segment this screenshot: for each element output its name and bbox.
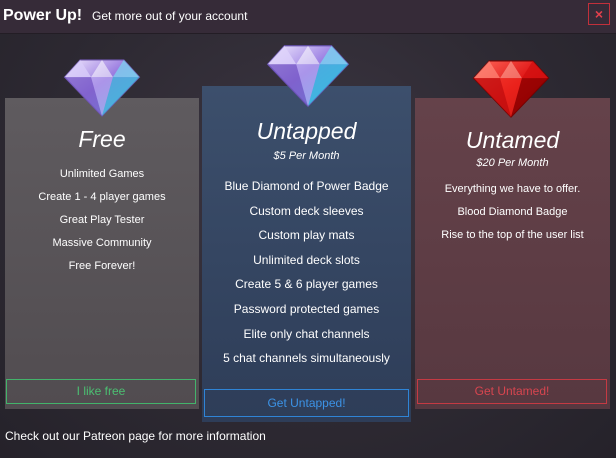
feature-item: Unlimited Games bbox=[59, 168, 145, 180]
feature-list: Unlimited Games Create 1 - 4 player game… bbox=[5, 166, 199, 281]
tier-card-free: Free Unlimited Games Create 1 - 4 player… bbox=[5, 98, 199, 409]
dialog-title: Power Up! bbox=[3, 7, 83, 24]
tier-name: Untapped bbox=[256, 118, 357, 144]
feature-list: Blue Diamond of Power Badge Custom deck … bbox=[202, 178, 411, 375]
purple-diamond-icon bbox=[63, 59, 141, 117]
red-diamond-icon bbox=[472, 60, 550, 118]
close-icon: × bbox=[594, 6, 604, 22]
feature-item: 5 chat channels simultaneously bbox=[223, 351, 390, 366]
feature-item: Blue Diamond of Power Badge bbox=[224, 179, 389, 193]
feature-item: Unlimited deck slots bbox=[253, 252, 360, 267]
tier-name: Free bbox=[78, 126, 126, 152]
tier-price: $20 Per Month bbox=[476, 157, 549, 169]
tier-card-untamed: Untamed $20 Per Month Everything we have… bbox=[415, 98, 610, 409]
get-untapped-button[interactable]: Get Untapped! bbox=[204, 389, 409, 417]
feature-item: Rise to the top of the user list bbox=[441, 229, 584, 241]
patreon-link[interactable]: Check out our Patreon page for more info… bbox=[5, 429, 266, 444]
feature-item: Custom deck sleeves bbox=[249, 203, 364, 218]
feature-item: Elite only chat channels bbox=[243, 326, 370, 341]
blue-diamond-icon bbox=[266, 45, 350, 108]
feature-list: Everything we have to offer. Blood Diamo… bbox=[415, 181, 610, 250]
i-like-free-button[interactable]: I like free bbox=[6, 379, 196, 404]
dialog-subtitle: Get more out of your account bbox=[92, 9, 248, 23]
feature-item: Great Play Tester bbox=[59, 214, 145, 226]
feature-item: Create 1 - 4 player games bbox=[38, 191, 166, 203]
feature-item: Massive Community bbox=[52, 237, 152, 249]
feature-item: Blood Diamond Badge bbox=[457, 206, 568, 218]
get-untamed-button[interactable]: Get Untamed! bbox=[417, 379, 607, 404]
close-button[interactable]: × bbox=[588, 3, 610, 25]
feature-item: Custom play mats bbox=[258, 228, 355, 243]
feature-item: Free Forever! bbox=[68, 260, 136, 272]
feature-item: Create 5 & 6 player games bbox=[235, 277, 378, 292]
feature-item: Password protected games bbox=[233, 301, 380, 316]
power-up-dialog: Power Up! Get more out of your account ×… bbox=[0, 0, 616, 458]
tier-card-untapped: Untapped $5 Per Month Blue Diamond of Po… bbox=[202, 86, 411, 422]
feature-item: Everything we have to offer. bbox=[444, 183, 581, 195]
dialog-titlebar: Power Up! Get more out of your account × bbox=[0, 0, 616, 34]
tier-price: $5 Per Month bbox=[273, 150, 340, 162]
tier-name: Untamed bbox=[465, 127, 560, 153]
